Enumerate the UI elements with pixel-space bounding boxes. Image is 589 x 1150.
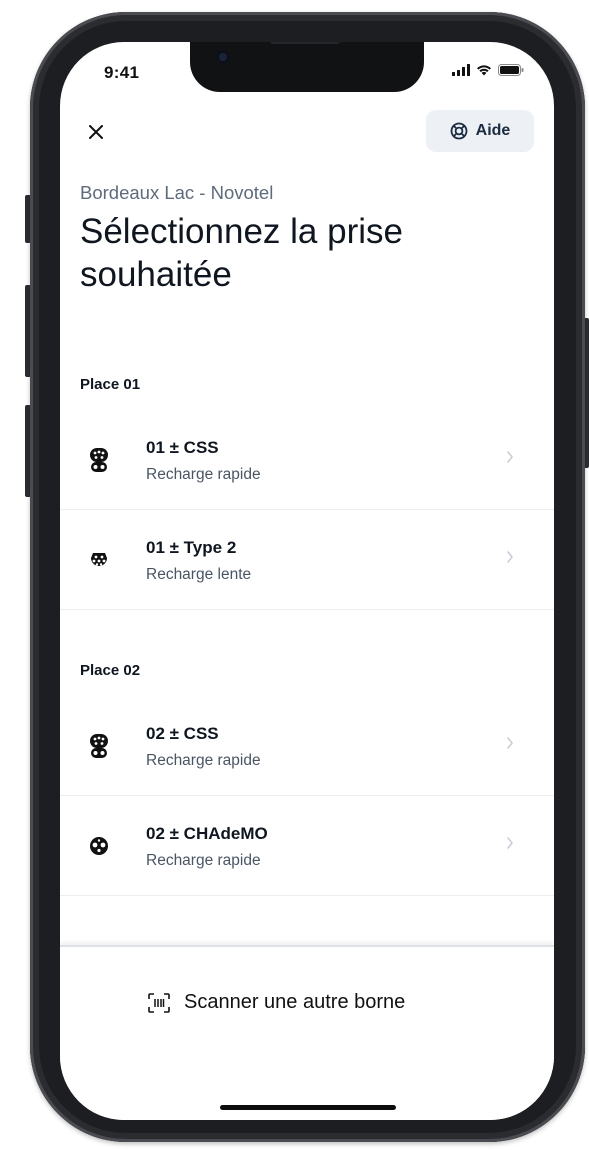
battery-icon	[498, 64, 524, 76]
chevron-right-icon	[507, 837, 514, 849]
connector-row-02-ccs[interactable]: 02 ± CSS Recharge rapide	[60, 696, 554, 796]
chademo-plug-icon	[88, 834, 110, 858]
type2-plug-icon	[88, 548, 110, 572]
phone-screen: 9:41 Aide Bordeaux Lac - Novotel Sélecti…	[60, 42, 554, 1120]
connector-name: 02 ± CHAdeMO	[146, 824, 268, 843]
chevron-right-icon	[507, 737, 514, 749]
camera-icon	[216, 50, 230, 64]
connector-subtitle: Recharge rapide	[146, 752, 261, 769]
connector-row-02-chademo[interactable]: 02 ± CHAdeMO Recharge rapide	[60, 796, 554, 896]
connector-name: 01 ± CSS	[146, 438, 219, 457]
connector-row-01-type2[interactable]: 01 ± Type 2 Recharge lente	[60, 510, 554, 610]
home-indicator	[220, 1105, 396, 1110]
section-label-place-01: Place 01	[80, 376, 141, 393]
scan-label: Scanner une autre borne	[184, 991, 406, 1013]
status-icons	[452, 64, 524, 76]
help-button[interactable]: Aide	[426, 110, 534, 152]
close-button[interactable]	[82, 118, 110, 146]
connector-subtitle: Recharge rapide	[146, 466, 261, 483]
chevron-right-icon	[507, 451, 514, 463]
status-time: 9:41	[104, 63, 140, 82]
page-title: Sélectionnez la prise souhaitée	[80, 212, 403, 294]
connector-name: 02 ± CSS	[146, 724, 219, 743]
notch	[190, 42, 424, 92]
wifi-icon	[477, 65, 491, 76]
lifebuoy-icon	[450, 122, 468, 140]
bottom-bar: Scanner une autre borne	[60, 945, 554, 1120]
connector-row-01-ccs[interactable]: 01 ± CSS Recharge rapide	[60, 410, 554, 510]
connector-name: 01 ± Type 2	[146, 538, 237, 557]
section-label-place-02: Place 02	[80, 662, 141, 679]
ccs-plug-icon	[88, 448, 110, 472]
location-name: Bordeaux Lac - Novotel	[80, 182, 274, 203]
help-label: Aide	[475, 122, 511, 139]
stage: 9:41 Aide Bordeaux Lac - Novotel Sélecti…	[0, 0, 589, 1150]
ccs-plug-icon	[88, 734, 110, 758]
connector-subtitle: Recharge lente	[146, 566, 252, 583]
qr-scan-icon	[148, 992, 170, 1013]
scan-other-station-button[interactable]: Scanner une autre borne	[148, 991, 405, 1014]
connector-subtitle: Recharge rapide	[146, 852, 261, 869]
chevron-right-icon	[507, 551, 514, 563]
signal-icon	[452, 64, 470, 76]
close-icon	[89, 125, 103, 139]
speaker-grille	[270, 42, 340, 44]
